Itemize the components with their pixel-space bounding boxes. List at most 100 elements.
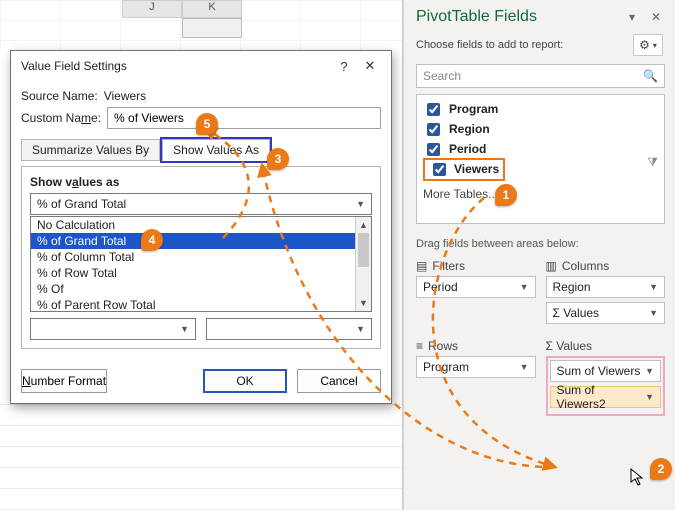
custom-name-input[interactable] (107, 107, 381, 129)
source-name-label: Source Name: (21, 89, 98, 103)
filters-chip-period[interactable]: Period▼ (416, 276, 536, 298)
show-values-as-label: Show values as (30, 175, 372, 189)
list-item[interactable]: No Calculation (31, 217, 355, 233)
pane-subtitle: Choose fields to add to report: (416, 39, 563, 51)
field-period-checkbox[interactable] (427, 143, 440, 156)
columns-chip-values-label: Σ Values (553, 306, 600, 320)
dialog-titlebar[interactable]: Value Field Settings ? ✕ (11, 51, 391, 81)
base-item-combo[interactable]: ▼ (206, 318, 372, 340)
field-region-checkbox[interactable] (427, 123, 440, 136)
search-input[interactable]: Search 🔍 (416, 64, 665, 88)
chevron-down-icon: ▼ (649, 282, 658, 292)
list-item[interactable]: % of Column Total (31, 249, 355, 265)
more-tables-link[interactable]: More Tables... (423, 187, 658, 201)
columns-chip-values[interactable]: Σ Values ▼ (546, 302, 666, 324)
base-field-combo[interactable]: ▼ (30, 318, 196, 340)
show-values-as-combo-value: % of Grand Total (37, 197, 126, 211)
chevron-down-icon: ▼ (356, 324, 365, 334)
spreadsheet-grid: J K (0, 0, 402, 50)
columns-area-label: Columns (562, 259, 609, 273)
chevron-down-icon: ▼ (645, 392, 654, 402)
annotation-bubble-2: 2 (650, 458, 672, 480)
list-item[interactable]: % of Grand Total (31, 233, 355, 249)
values-chip-sum2[interactable]: Sum of Viewers2▼ (550, 386, 662, 408)
value-field-settings-dialog: Value Field Settings ? ✕ Source Name: Vi… (10, 50, 392, 404)
rows-area-label: Rows (428, 339, 458, 353)
annotation-bubble-5: 5 (196, 113, 218, 135)
chevron-down-icon: ▾ (653, 41, 657, 50)
field-program-label: Program (449, 102, 498, 116)
field-areas: ▤ Filters Period▼ ▥ Columns Region ▼ Σ Valu… (404, 256, 675, 426)
list-item[interactable]: % Of (31, 281, 355, 297)
fields-list: Program Region Period Viewers More Table… (416, 94, 665, 224)
annotation-bubble-3: 3 (267, 148, 289, 170)
show-values-dropdown-list: No Calculation % of Grand Total % of Col… (30, 216, 372, 312)
show-values-as-combo[interactable]: % of Grand Total ▼ (30, 193, 372, 215)
column-header-j[interactable]: J (122, 0, 182, 18)
field-program-checkbox[interactable] (427, 103, 440, 116)
search-placeholder: Search (423, 69, 461, 83)
tab-show-values-as[interactable]: Show Values As (162, 139, 270, 161)
rows-chip-program-label: Program (423, 360, 469, 374)
rows-area-icon: ≡ (416, 339, 423, 353)
column-header-k[interactable]: K (182, 0, 242, 18)
field-period[interactable]: Period (423, 139, 658, 159)
pivottable-fields-pane: PivotTable Fields ▾ ✕ Choose fields to a… (403, 0, 675, 510)
field-region-label: Region (449, 122, 490, 136)
chevron-down-icon: ▼ (645, 366, 654, 376)
values-area-label: Σ Values (546, 339, 593, 353)
scroll-down-button[interactable]: ▼ (356, 295, 371, 311)
scroll-thumb[interactable] (358, 233, 369, 267)
rows-chip-program[interactable]: Program ▼ (416, 356, 536, 378)
custom-name-label: Custom Name: (21, 111, 101, 125)
fields-layout-button[interactable]: ⚙▾ (633, 34, 663, 56)
filter-icon[interactable]: ⧩ (647, 155, 658, 170)
columns-area: ▥ Columns Region ▼ Σ Values ▼ (546, 256, 666, 328)
chevron-down-icon: ▼ (649, 308, 658, 318)
scroll-up-button[interactable]: ▲ (356, 217, 371, 233)
filters-area: ▤ Filters Period▼ (416, 256, 536, 328)
field-viewers-label: Viewers (454, 162, 499, 176)
field-region[interactable]: Region (423, 119, 658, 139)
filters-area-icon: ▤ (416, 259, 427, 273)
pane-title: PivotTable Fields (416, 8, 623, 26)
cancel-button[interactable]: Cancel (297, 369, 381, 393)
dialog-close-button[interactable]: ✕ (357, 55, 383, 77)
gear-icon: ⚙ (639, 38, 650, 52)
active-cell[interactable] (182, 18, 242, 38)
field-period-label: Period (449, 142, 486, 156)
number-format-button[interactable]: Number Format (21, 369, 107, 393)
tab-summarize-values-by[interactable]: Summarize Values By (21, 139, 160, 161)
annotation-bubble-1: 1 (495, 184, 517, 206)
annotation-bubble-4: 4 (141, 229, 163, 251)
columns-area-icon: ▥ (546, 259, 557, 273)
chevron-down-icon: ▼ (180, 324, 189, 334)
chevron-down-icon: ▼ (520, 282, 529, 292)
values-chip-sum1-label: Sum of Viewers (557, 364, 641, 378)
chevron-down-icon: ▼ (356, 199, 365, 209)
dialog-help-button[interactable]: ? (331, 55, 357, 77)
columns-chip-region-label: Region (553, 280, 591, 294)
values-chip-sum1[interactable]: Sum of Viewers ▼ (550, 360, 662, 382)
dropdown-scrollbar[interactable]: ▲ ▼ (355, 217, 371, 311)
search-icon: 🔍 (643, 69, 658, 83)
cursor-icon (630, 468, 646, 488)
values-chip-sum2-label: Sum of Viewers2 (557, 383, 646, 411)
pane-dropdown-button[interactable]: ▾ (623, 8, 641, 26)
list-item[interactable]: % of Row Total (31, 265, 355, 281)
chevron-down-icon: ▼ (520, 362, 529, 372)
dialog-title: Value Field Settings (21, 59, 127, 73)
spreadsheet-rows (0, 404, 402, 510)
ok-button[interactable]: OK (203, 369, 287, 393)
pane-close-button[interactable]: ✕ (647, 8, 665, 26)
columns-chip-region[interactable]: Region ▼ (546, 276, 666, 298)
field-viewers[interactable]: Viewers (423, 159, 658, 179)
field-viewers-checkbox[interactable] (433, 163, 446, 176)
field-program[interactable]: Program (423, 99, 658, 119)
list-item[interactable]: % of Parent Row Total (31, 297, 355, 311)
show-values-as-panel: Show values as % of Grand Total ▼ No Cal… (21, 166, 381, 349)
values-area: Σ Values Sum of Viewers ▼ Sum of Viewers2… (546, 336, 666, 416)
source-name-value: Viewers (104, 89, 146, 103)
drag-instruction: Drag fields between areas below: (404, 224, 675, 256)
filters-area-label: Filters (432, 259, 465, 273)
